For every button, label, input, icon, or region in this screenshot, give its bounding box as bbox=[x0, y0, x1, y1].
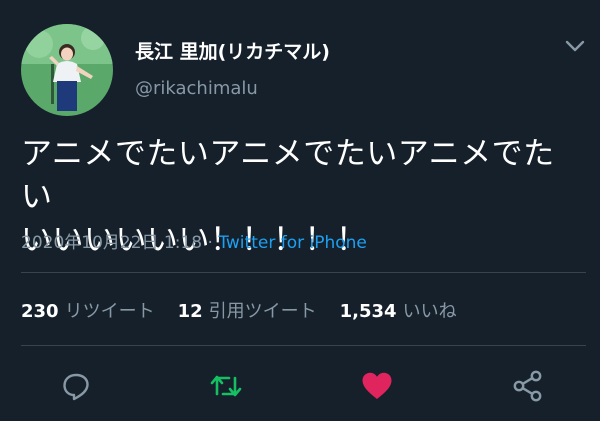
quotes-label: 引用ツイート bbox=[208, 301, 317, 322]
retweets-count: 230 bbox=[21, 301, 59, 322]
likes-count: 1,534 bbox=[339, 301, 397, 322]
retweet-icon bbox=[210, 375, 242, 397]
meta-separator: · bbox=[202, 233, 219, 253]
quotes-stat[interactable]: 12 引用ツイート bbox=[178, 297, 317, 323]
likes-label: いいね bbox=[402, 301, 457, 322]
source-link[interactable]: Twitter for iPhone bbox=[218, 233, 367, 253]
share-icon bbox=[513, 370, 542, 402]
avatar[interactable] bbox=[21, 24, 113, 116]
user-handle[interactable]: @rikachimalu bbox=[135, 78, 258, 99]
chevron-down-icon[interactable] bbox=[564, 38, 586, 54]
share-button[interactable] bbox=[510, 368, 546, 404]
tweet-meta: 2020年10月22日 1:18 · Twitter for iPhone bbox=[21, 228, 367, 253]
tweet-stats: 230 リツイート 12 引用ツイート 1,534 いいね bbox=[21, 297, 457, 323]
divider bbox=[21, 345, 586, 346]
timestamp[interactable]: 2020年10月22日 1:18 bbox=[21, 233, 202, 253]
display-name[interactable]: 長江 里加(リカチマル) bbox=[135, 37, 330, 64]
reply-icon bbox=[63, 373, 89, 401]
reply-button[interactable] bbox=[58, 368, 94, 404]
avatar-image bbox=[21, 24, 113, 116]
quotes-count: 12 bbox=[177, 301, 203, 322]
heart-icon bbox=[362, 372, 392, 399]
tweet-text-line: アニメでたいアニメでたいアニメでたい bbox=[21, 136, 555, 215]
retweets-stat[interactable]: 230 リツイート bbox=[21, 297, 155, 323]
divider bbox=[21, 272, 586, 273]
retweet-button[interactable] bbox=[208, 368, 244, 404]
retweets-label: リツイート bbox=[64, 301, 155, 322]
likes-stat[interactable]: 1,534 いいね bbox=[340, 297, 457, 323]
like-button[interactable] bbox=[359, 368, 395, 404]
